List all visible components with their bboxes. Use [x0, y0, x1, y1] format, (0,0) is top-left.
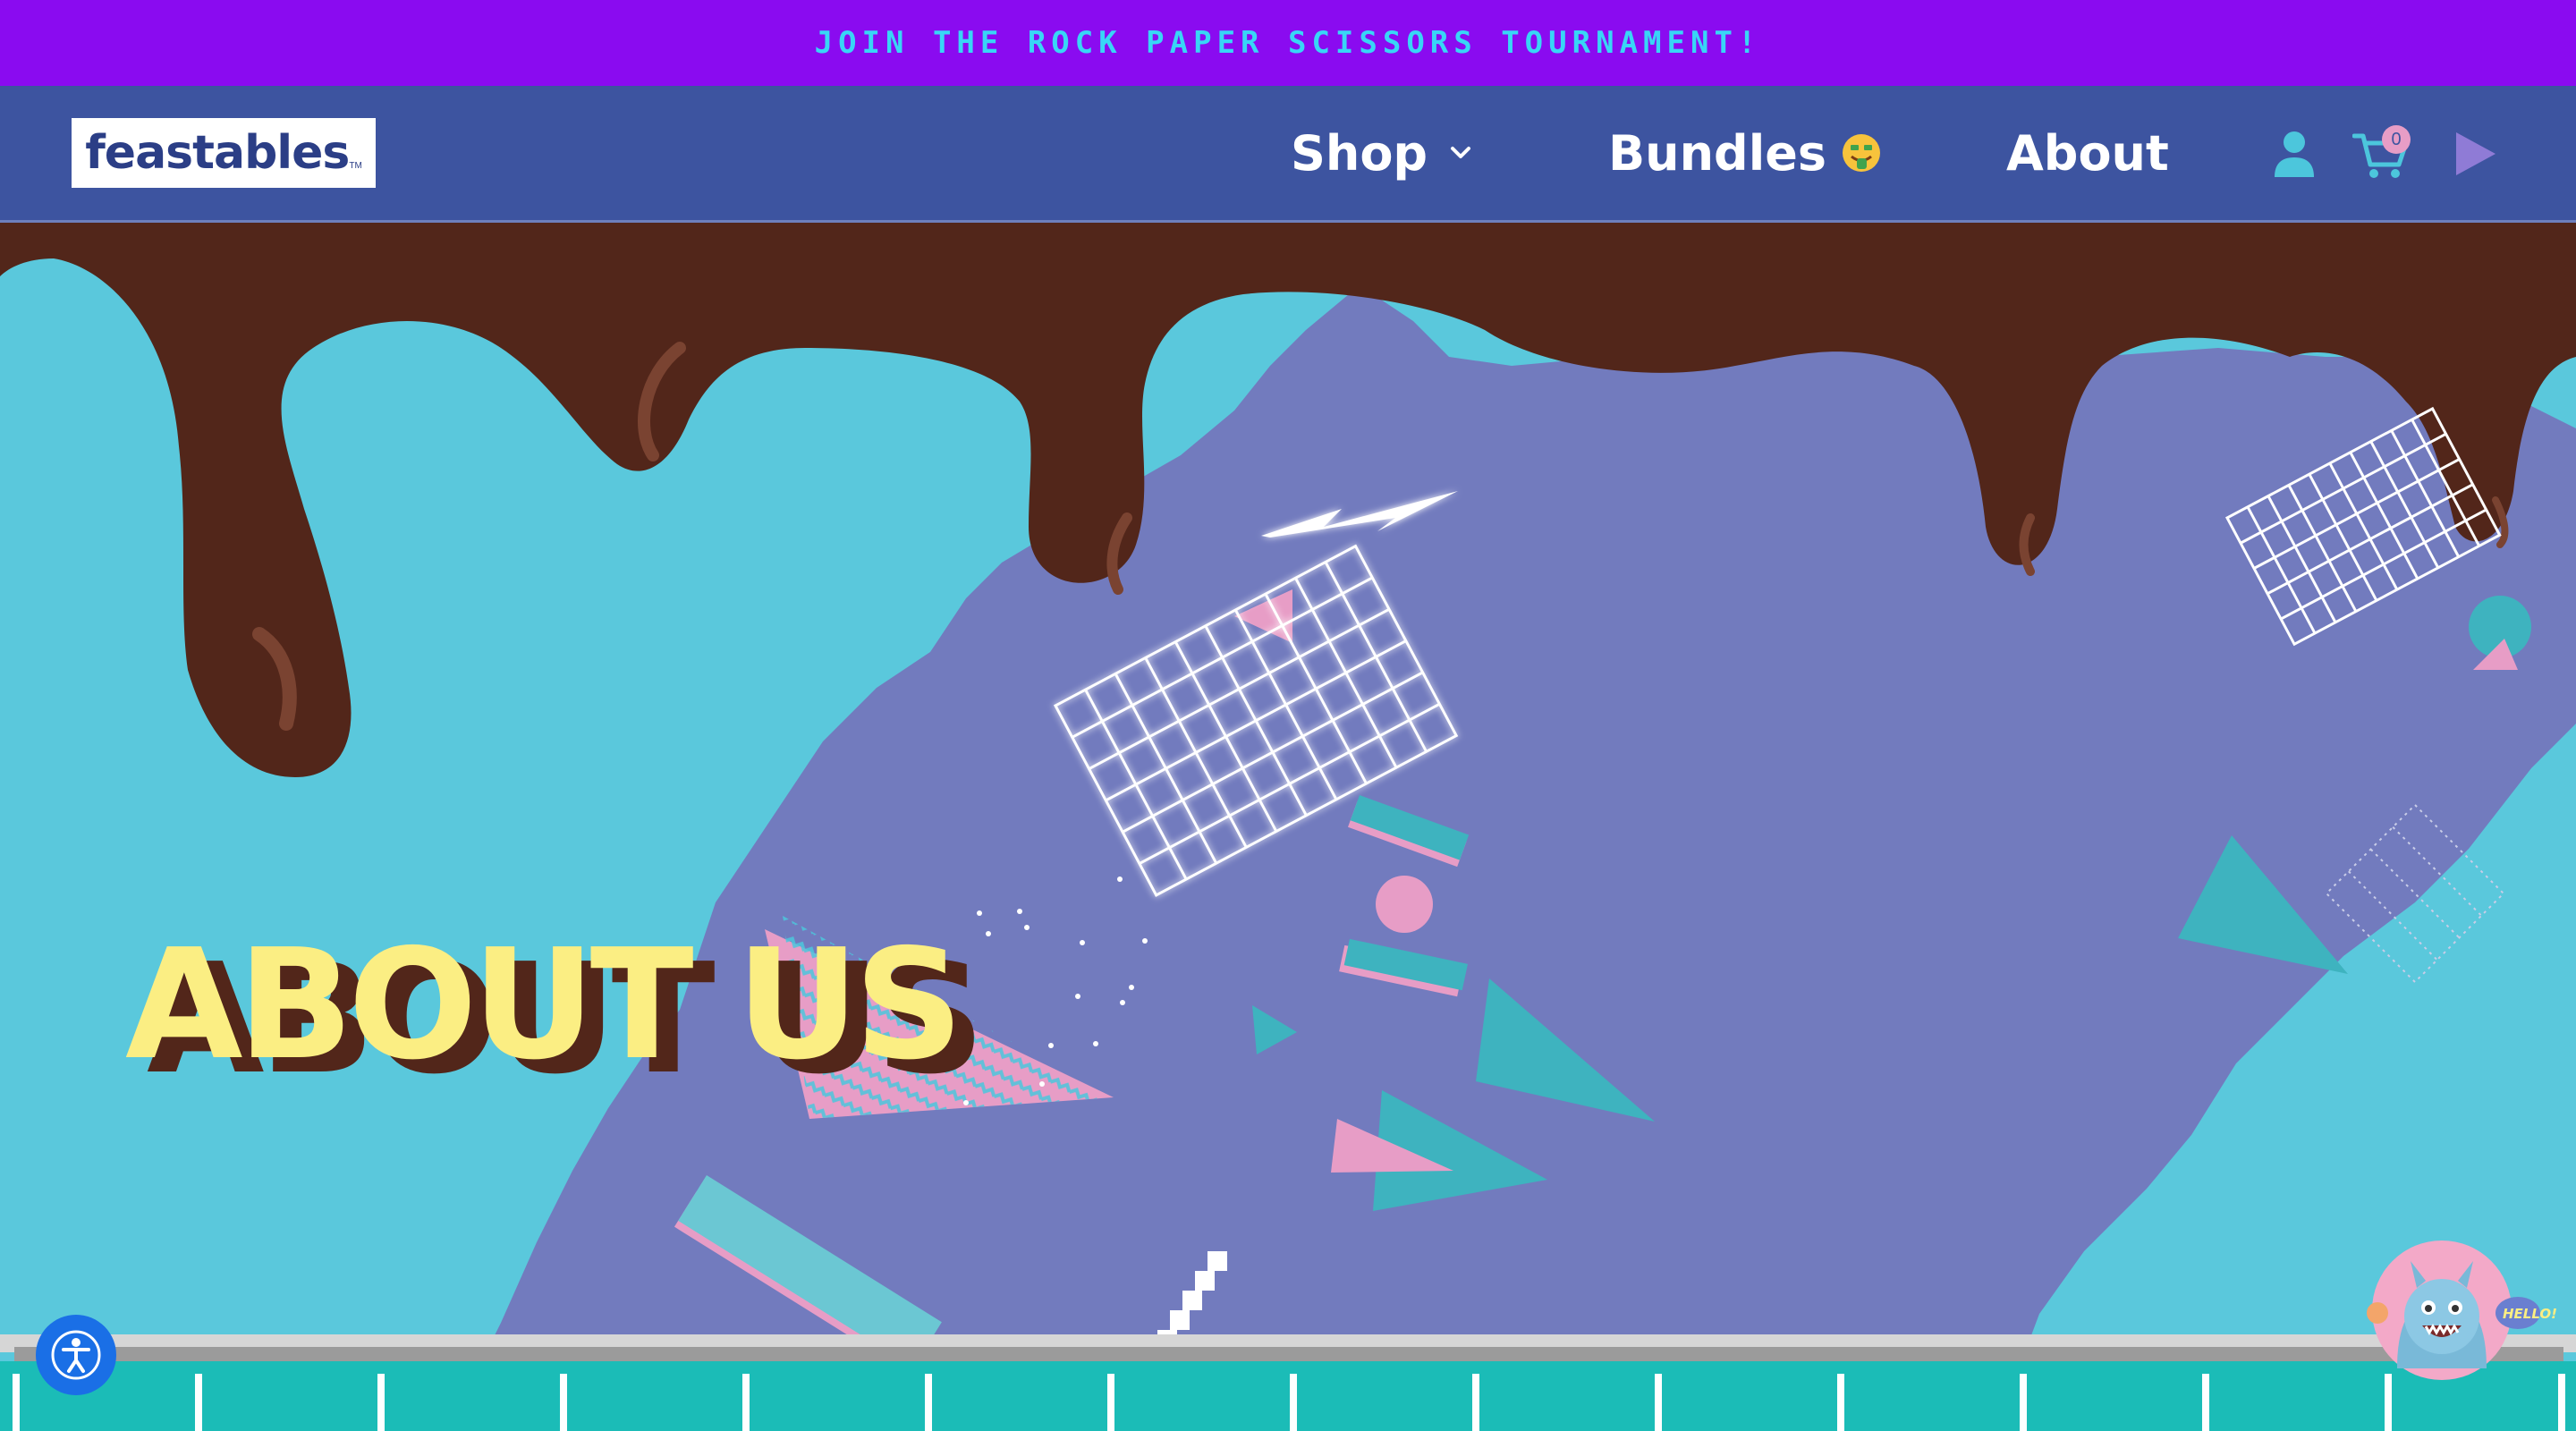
cart-count-badge: 0: [2382, 125, 2411, 154]
nav-about-label: About: [2006, 124, 2169, 182]
nav-shop-label: Shop: [1291, 124, 1428, 182]
nav-about[interactable]: About: [2006, 124, 2169, 182]
hero-title: ABOUT US: [125, 917, 963, 1094]
user-icon[interactable]: [2272, 129, 2317, 179]
hero-section: ABOUT US: [0, 223, 2576, 1431]
play-icon[interactable]: [2451, 129, 2499, 179]
promo-banner: JOIN THE ROCK PAPER SCISSORS TOURNAMENT!: [0, 0, 2576, 86]
nav-bundles-label: Bundles: [1608, 124, 1826, 182]
site-header: feastables TM Shop Bundles About 0: [0, 86, 2576, 223]
logo-tm: TM: [349, 160, 362, 171]
accessibility-icon: [51, 1330, 101, 1380]
nav-shop[interactable]: Shop: [1291, 124, 1474, 182]
logo-text: feastables: [85, 126, 350, 180]
chat-bubble-text: HELLO!: [2503, 1306, 2557, 1322]
chat-widget[interactable]: HELLO!: [2361, 1234, 2557, 1386]
nav-bundles[interactable]: Bundles: [1608, 124, 1882, 182]
chevron-down-icon: [1451, 147, 1471, 158]
counter-footer-graphic: [0, 1334, 2576, 1431]
hero-background: [0, 223, 2576, 1431]
money-mouth-face-icon: [1842, 134, 1880, 172]
promo-link[interactable]: JOIN THE ROCK PAPER SCISSORS TOURNAMENT!: [815, 25, 1762, 61]
accessibility-button[interactable]: [36, 1315, 116, 1395]
logo[interactable]: feastables TM: [72, 118, 376, 188]
